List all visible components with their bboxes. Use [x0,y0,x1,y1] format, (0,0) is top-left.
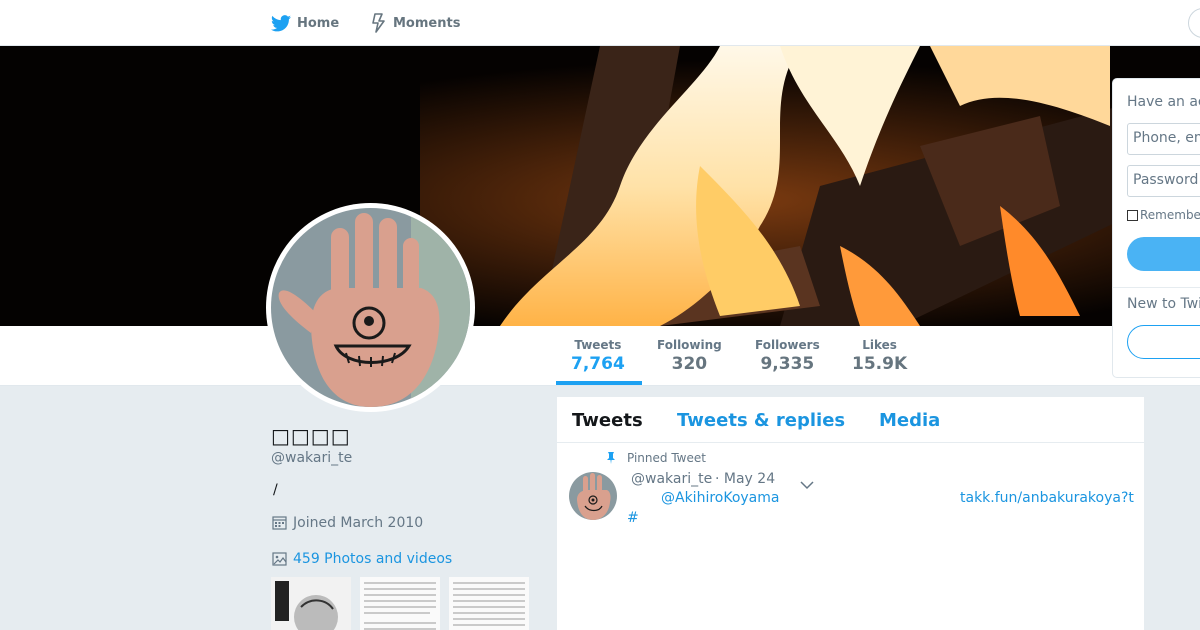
stat-value: 9,335 [760,354,815,374]
phone-email-input[interactable]: Phone, em [1127,123,1200,155]
tweet-mention-link[interactable]: @AkihiroKoyama [661,490,779,506]
media-thumbnail[interactable] [360,577,440,630]
profile-avatar[interactable] [266,203,475,412]
signup-button[interactable] [1127,325,1200,359]
top-navigation: Home Moments [0,0,1200,46]
calendar-icon [272,516,287,530]
login-button[interactable] [1127,237,1200,271]
tweet-url-link[interactable]: takk.fun/anbakurakoya?t [960,490,1134,506]
language-button[interactable] [1188,8,1200,38]
tweet-menu-button[interactable] [800,475,814,494]
stat-label: Followers [755,338,820,352]
stat-followers[interactable]: Followers 9,335 [755,338,820,374]
login-divider [1113,287,1200,288]
stat-following[interactable]: Following 320 [657,338,722,374]
pinned-text: Pinned Tweet [627,451,706,465]
joined-label: Joined March 2010 [293,514,424,531]
stat-value: 15.9K [852,354,908,374]
nav-home-label: Home [297,15,340,31]
profile-name: □□□□ [271,424,351,448]
image-icon [272,552,287,566]
avatar-image [271,208,470,407]
nav-moments[interactable]: Moments [371,12,460,34]
stat-value: 320 [671,354,708,374]
tweet-date[interactable]: · May 24 [715,471,775,487]
tweet-hashtag-link[interactable]: # [627,510,639,526]
media-thumbnail[interactable] [271,577,351,630]
timeline: Tweets Tweets & replies Media Pinned Twe… [557,397,1144,630]
tab-tweets[interactable]: Tweets [572,410,643,431]
profile-joined-date: Joined March 2010 [271,514,423,531]
chevron-down-icon [800,481,814,490]
stat-label: Likes [862,338,897,352]
pinned-tweet-label: Pinned Tweet [605,451,706,465]
new-to-twitter-label: New to Twi [1127,296,1200,312]
media-thumbnail[interactable] [449,577,529,630]
login-title: Have an ac [1127,94,1200,110]
photos-videos-label: 459 Photos and videos [293,550,453,567]
stat-label: Following [657,338,722,352]
login-card: Have an ac Phone, em Password Remembe Ne… [1112,78,1200,378]
password-input[interactable]: Password [1127,165,1200,197]
stat-tweets[interactable]: Tweets 7,764 [571,338,625,374]
pin-icon [607,452,615,464]
profile-banner [0,46,1200,326]
profile-bio: / [273,482,278,498]
stat-value: 7,764 [571,354,625,374]
remember-me-label: Remembe [1140,208,1200,222]
tab-tweets-replies[interactable]: Tweets & replies [677,410,845,431]
nav-moments-label: Moments [393,15,461,31]
tab-media[interactable]: Media [879,410,940,431]
checkbox-icon [1127,209,1138,221]
profile-handle[interactable]: @wakari_te [271,450,352,466]
lightning-icon [372,13,385,33]
active-stat-indicator [556,381,642,385]
nav-home[interactable]: Home [271,12,339,34]
profile-stats-bar: Tweets 7,764 Following 320 Followers 9,3… [0,326,1200,386]
stat-likes[interactable]: Likes 15.9K [852,338,907,374]
stat-label: Tweets [574,338,622,352]
remember-me-checkbox[interactable]: Remembe [1127,208,1200,222]
twitter-bird-icon [271,14,291,31]
tweet-avatar[interactable] [569,472,617,520]
photos-videos-link[interactable]: 459 Photos and videos [271,550,452,567]
tweet-author-handle[interactable]: @wakari_te [631,471,712,487]
timeline-tabs: Tweets Tweets & replies Media [557,397,1144,443]
